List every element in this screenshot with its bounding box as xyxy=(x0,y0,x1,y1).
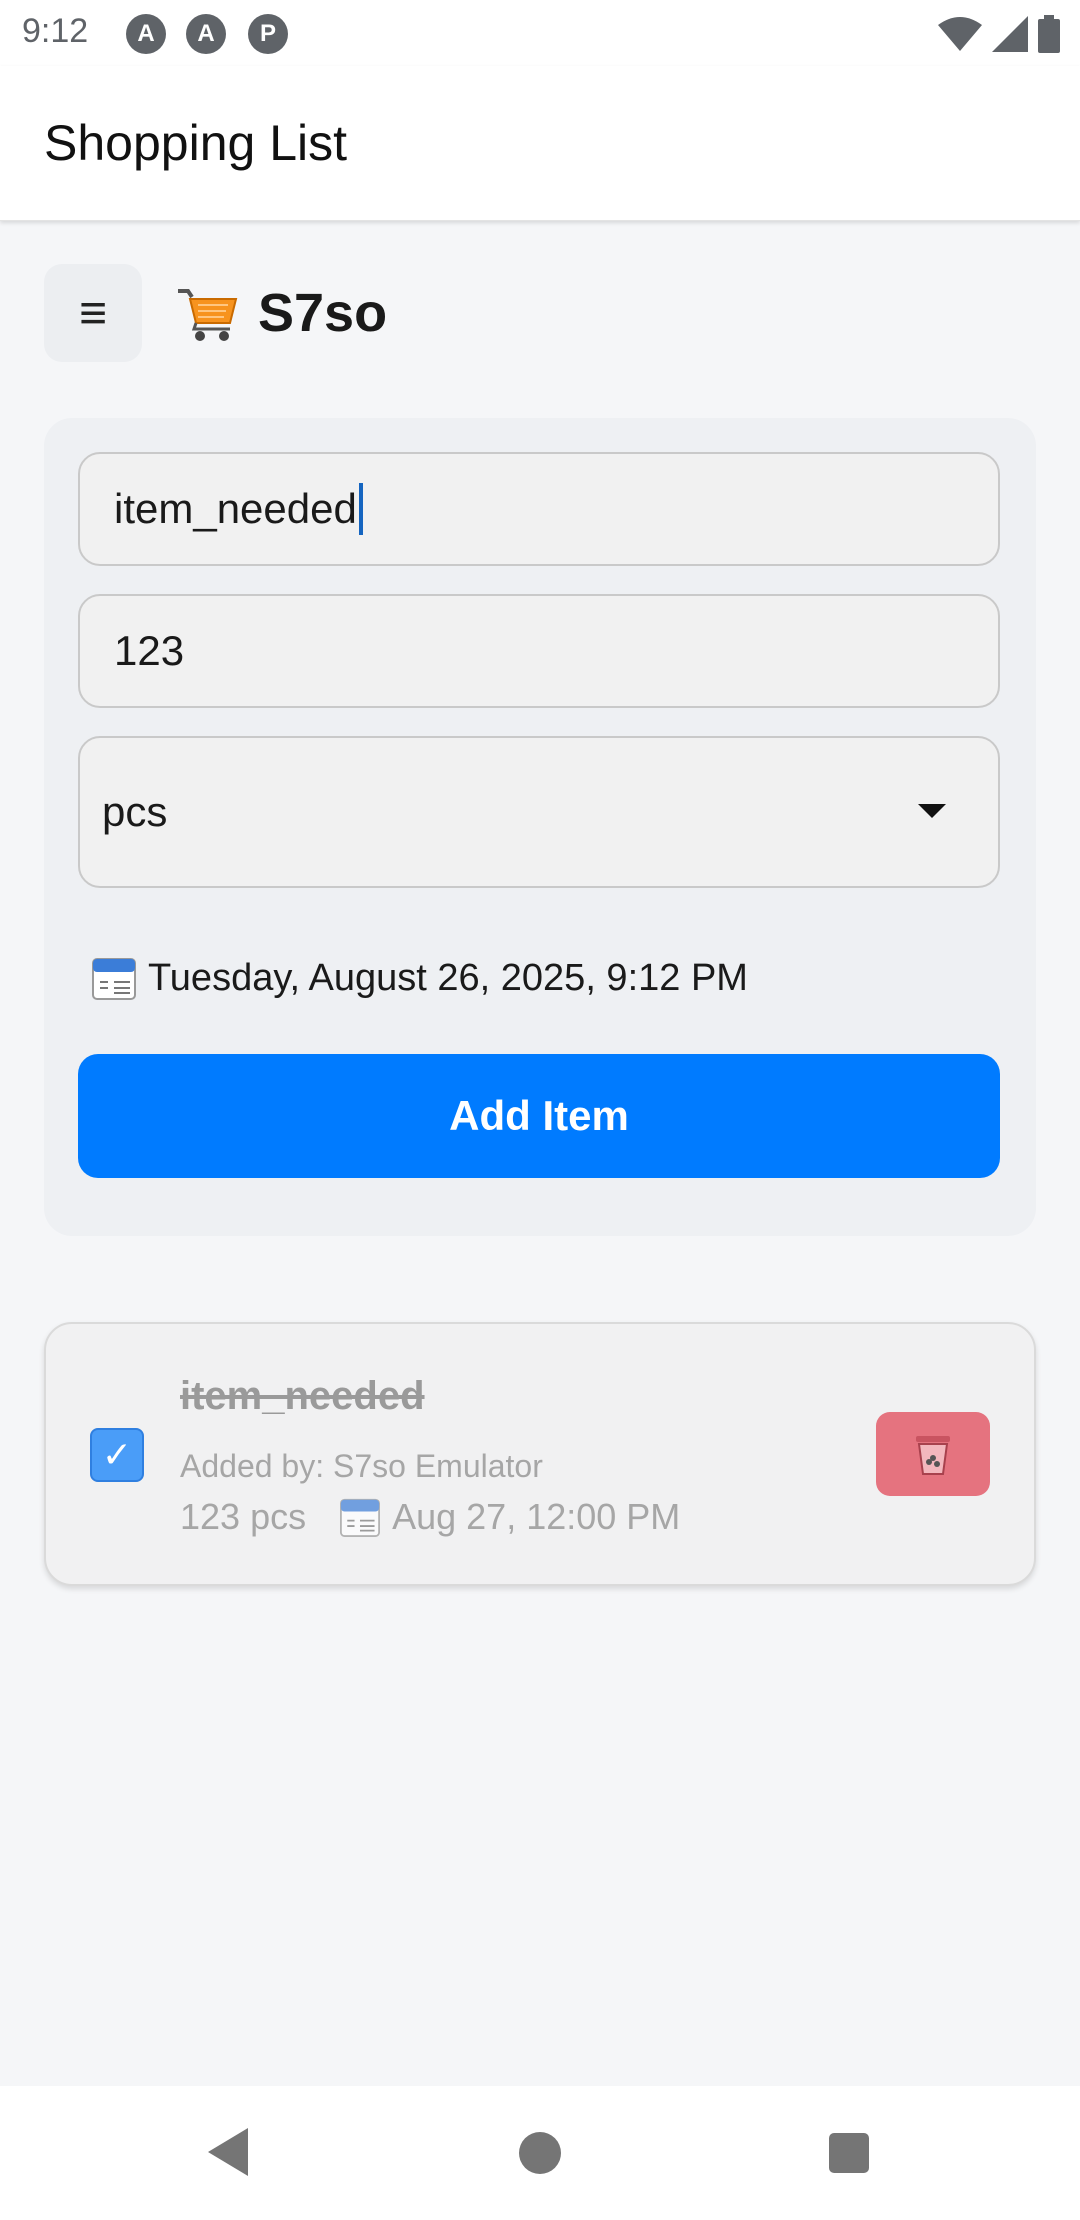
menu-icon: ≡ xyxy=(78,286,107,340)
item-quantity: 123 pcs xyxy=(180,1496,307,1537)
status-time: 9:12 xyxy=(22,12,89,50)
notification-app-icon: A xyxy=(186,14,226,54)
date-text: Tuesday, August 26, 2025, 9:12 PM xyxy=(148,956,748,999)
app-bar-title: Shopping List xyxy=(44,115,348,171)
calendar-icon xyxy=(92,958,136,1000)
quantity-input[interactable]: 123 xyxy=(78,594,1000,708)
back-icon[interactable] xyxy=(206,2126,250,2178)
battery-icon xyxy=(1038,15,1060,53)
item-meta: 123 pcs Aug 27, 12:00 PM xyxy=(180,1496,680,1538)
recents-icon[interactable] xyxy=(829,2133,869,2173)
header-row: ≡ S7so xyxy=(44,264,387,362)
item-name-input[interactable]: item_needed xyxy=(78,452,1000,566)
home-icon[interactable] xyxy=(519,2132,561,2174)
delete-button[interactable] xyxy=(876,1412,990,1496)
item-date: Aug 27, 12:00 PM xyxy=(392,1496,681,1537)
menu-button[interactable]: ≡ xyxy=(44,264,142,362)
check-mark-icon: ✓ xyxy=(101,1434,133,1475)
system-nav-bar xyxy=(0,2086,1080,2220)
add-item-button[interactable]: Add Item xyxy=(78,1054,1000,1178)
signal-icon xyxy=(992,16,1028,52)
dropdown-arrow-icon xyxy=(918,804,946,818)
user-name: S7so xyxy=(258,283,388,343)
item-name-value: item_needed xyxy=(114,485,357,532)
wifi-icon xyxy=(938,17,982,51)
app-bar: Shopping List xyxy=(0,66,1080,221)
status-bar: 9:12 A A P xyxy=(0,0,1080,66)
item-checkbox[interactable]: ✓ xyxy=(90,1428,144,1482)
unit-selected-value: pcs xyxy=(102,788,168,835)
item-added-by: Added by: S7so Emulator xyxy=(180,1448,543,1484)
notification-app-icon: A xyxy=(126,14,166,54)
trash-icon xyxy=(916,1436,950,1475)
text-cursor xyxy=(358,483,363,535)
add-item-form: item_needed 123 pcs Tuesday, August 26, … xyxy=(44,418,1036,1236)
notification-app-icon: P xyxy=(248,14,288,54)
cart-icon xyxy=(178,289,238,341)
quantity-value: 123 xyxy=(114,627,185,674)
status-icons xyxy=(938,14,1060,54)
item-name: item_needed xyxy=(180,1374,425,1418)
date-display: Tuesday, August 26, 2025, 9:12 PM xyxy=(92,948,748,1008)
calendar-icon xyxy=(340,1498,381,1537)
unit-select[interactable]: pcs xyxy=(78,736,1000,888)
list-item: ✓ item_needed Added by: S7so Emulator 12… xyxy=(44,1322,1036,1586)
